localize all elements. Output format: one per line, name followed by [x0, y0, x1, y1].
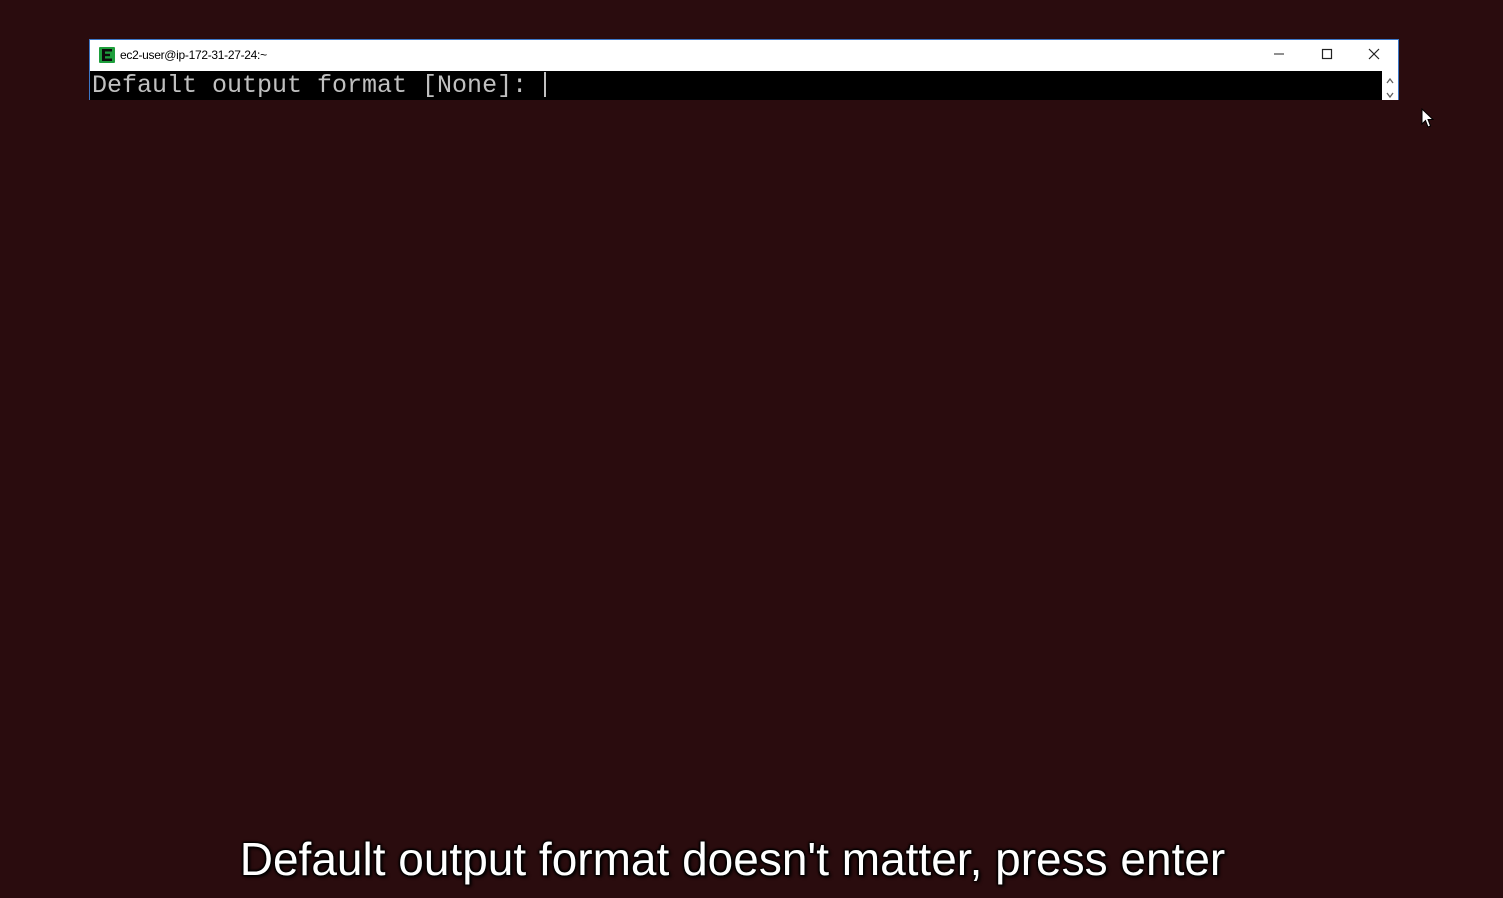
window-title: ec2-user@ip-172-31-27-24:~: [120, 48, 267, 62]
minimize-icon: [1273, 47, 1285, 65]
maximize-icon: [1321, 47, 1333, 65]
text-cursor: [544, 72, 547, 97]
chevron-down-icon[interactable]: [1385, 87, 1395, 99]
minimize-button[interactable]: [1256, 40, 1302, 71]
close-button[interactable]: [1351, 40, 1397, 71]
maximize-button[interactable]: [1304, 40, 1350, 71]
window-titlebar[interactable]: ec2-user@ip-172-31-27-24:~: [90, 40, 1398, 71]
vertical-scrollbar[interactable]: [1382, 71, 1398, 100]
console-prompt: Default output format [None]:: [92, 71, 543, 100]
chevron-up-icon[interactable]: [1385, 73, 1395, 84]
console-area[interactable]: Default output format [None]:: [90, 71, 1382, 100]
mouse-pointer-icon: [1421, 107, 1435, 129]
terminal-window[interactable]: ec2-user@ip-172-31-27-24:~ Default outpu…: [89, 39, 1399, 100]
desktop-background: [0, 0, 1503, 898]
close-icon: [1368, 47, 1380, 65]
console-line: Default output format [None]:: [92, 71, 547, 100]
subtitle-caption: Default output format doesn't matter, pr…: [239, 833, 1226, 885]
terminal-e-icon[interactable]: [99, 47, 115, 63]
